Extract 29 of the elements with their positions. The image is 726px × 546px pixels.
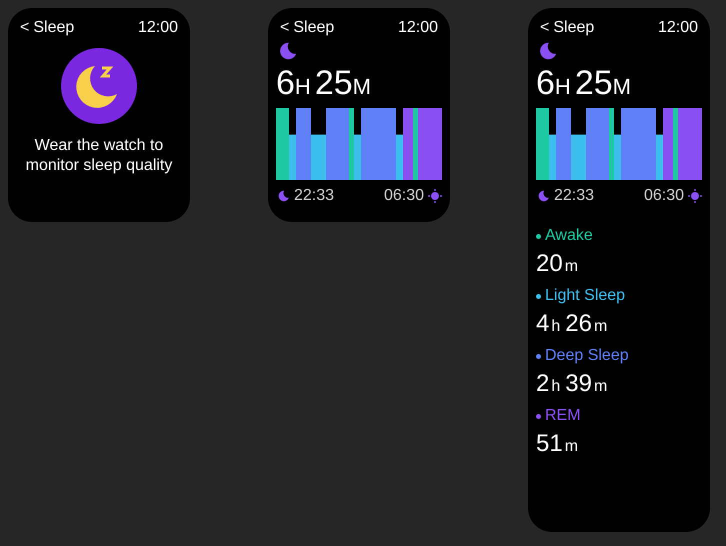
back-icon[interactable]: < bbox=[280, 20, 290, 36]
stage-label: REM bbox=[545, 406, 581, 426]
bedtime: 22:33 bbox=[294, 186, 334, 206]
moon-icon bbox=[276, 189, 290, 203]
stage-label: Deep Sleep bbox=[545, 346, 629, 366]
clock-time: 12:00 bbox=[138, 18, 178, 38]
screen-title: Sleep bbox=[553, 18, 594, 38]
screen-title: Sleep bbox=[293, 18, 334, 38]
screen-title: Sleep bbox=[33, 18, 74, 38]
stage-duration: 20 m bbox=[536, 252, 580, 276]
back-icon[interactable]: < bbox=[20, 20, 30, 36]
total-duration: 6H 25M bbox=[275, 66, 372, 100]
instruction-text: Wear the watch to monitor sleep quality bbox=[24, 136, 174, 176]
back-icon[interactable]: < bbox=[540, 20, 550, 36]
total-duration: 6H 25M bbox=[535, 66, 632, 100]
wake-time: 06:30 bbox=[384, 186, 424, 206]
bedtime: 22:33 bbox=[554, 186, 594, 206]
sun-icon bbox=[688, 189, 702, 203]
stage-duration: 51 m bbox=[536, 432, 580, 456]
sleep-moon-icon bbox=[61, 48, 137, 124]
stage-label: Awake bbox=[545, 226, 593, 246]
stage-duration: 2 h 39 m bbox=[536, 372, 608, 396]
sun-icon bbox=[428, 189, 442, 203]
clock-time: 12:00 bbox=[398, 18, 438, 38]
wake-time: 06:30 bbox=[644, 186, 684, 206]
stage-duration: 4 h 26 m bbox=[536, 312, 608, 336]
stage-label: Light Sleep bbox=[545, 286, 626, 306]
clock-time: 12:00 bbox=[658, 18, 698, 38]
moon-icon bbox=[536, 189, 550, 203]
